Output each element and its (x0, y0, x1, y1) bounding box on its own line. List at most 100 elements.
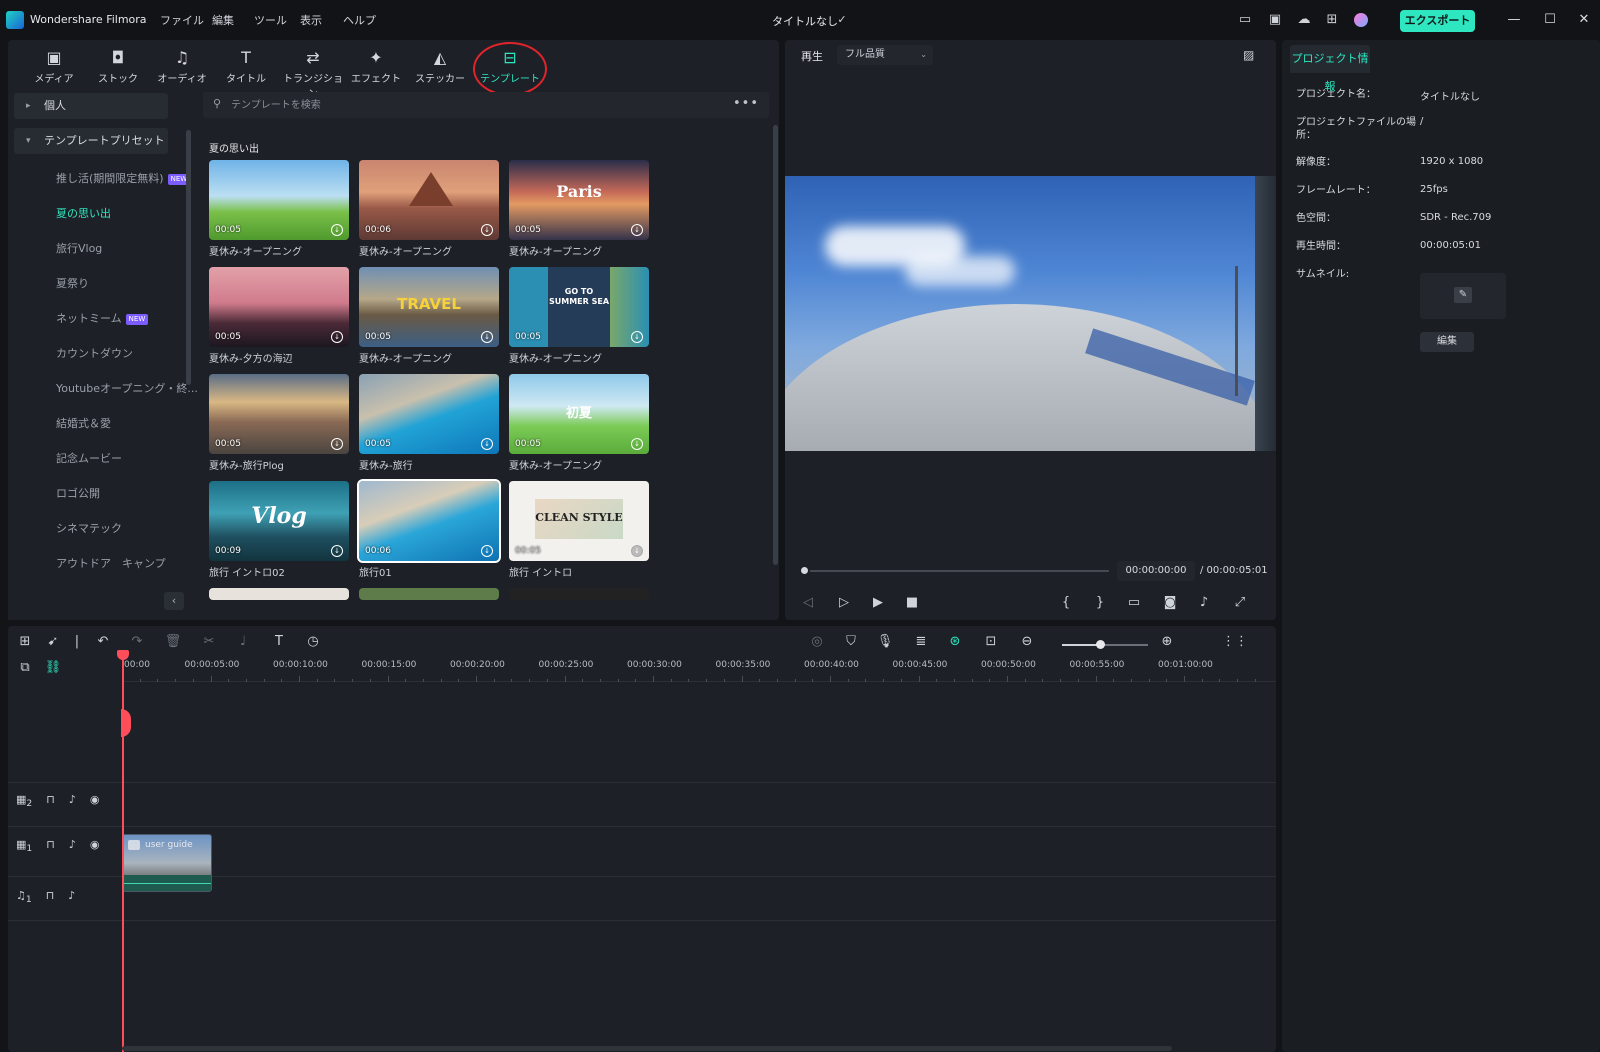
audio-detach-icon[interactable]: ♩ (234, 634, 252, 649)
quality-dropdown[interactable]: フル品質 ⌄ (837, 45, 933, 65)
tool-transition[interactable]: ⇄トランジション (282, 48, 344, 100)
template-card[interactable]: Paris 00:05 ↓ (509, 160, 649, 240)
sidebar-item-travel-vlog[interactable]: 旅行Vlog (56, 240, 102, 256)
download-icon[interactable]: ↓ (331, 438, 343, 450)
grid-apps-icon[interactable]: ⊞ (1323, 11, 1341, 29)
sidebar-item-cinematic[interactable]: シネマテック (56, 520, 122, 536)
stop-icon[interactable]: ■ (903, 595, 921, 610)
mark-out-icon[interactable]: } (1091, 595, 1109, 610)
microphone-icon[interactable]: 🎙 (876, 634, 894, 649)
sidebar-item-youtube-opening[interactable]: Youtubeオープニング・終... (56, 380, 198, 396)
sidebar-item-countdown[interactable]: カウントダウン (56, 345, 133, 361)
mark-in-icon[interactable]: { (1057, 595, 1075, 610)
avatar[interactable] (1352, 11, 1370, 29)
fit-icon[interactable]: ⊡ (982, 634, 1000, 649)
sidebar-scrollbar[interactable] (186, 130, 191, 385)
volume-icon[interactable]: ♪ (1195, 595, 1213, 610)
collapse-sidebar-button[interactable]: ‹ (164, 592, 184, 610)
download-icon[interactable]: ↓ (631, 224, 643, 236)
sidebar-group-personal[interactable]: ▸ 個人 (14, 93, 168, 119)
speed-icon[interactable]: ◷ (304, 634, 322, 649)
download-icon[interactable]: ↓ (331, 545, 343, 557)
text-icon[interactable]: T (270, 634, 288, 649)
download-icon[interactable]: ↓ (481, 331, 493, 343)
template-card[interactable] (209, 588, 349, 600)
snapshot-icon[interactable]: ◙ (1161, 595, 1179, 610)
mute-icon[interactable]: ♪ (69, 793, 76, 806)
sidebar-item-logo-reveal[interactable]: ロゴ公開 (56, 485, 100, 501)
sidebar-group-presets[interactable]: ▾ テンプレートプリセット (14, 128, 168, 154)
menu-help[interactable]: ヘルプ (343, 12, 376, 28)
template-card[interactable]: 00:05 ↓ (359, 374, 499, 454)
playback-progress-bar[interactable] (803, 570, 1109, 572)
sidebar-item-summer-festival[interactable]: 夏祭り (56, 275, 89, 291)
cloud-icon[interactable]: ☁ (1295, 11, 1313, 29)
template-grid-scrollbar[interactable] (773, 125, 778, 565)
timeline-scrollbar[interactable] (122, 1046, 1172, 1051)
sidebar-item-anniversary[interactable]: 記念ムービー (56, 450, 122, 466)
audio-mix-icon[interactable]: ≣ (912, 634, 930, 649)
template-card[interactable]: 00:05 ↓ (209, 374, 349, 454)
menu-edit[interactable]: 編集 (212, 12, 234, 28)
visibility-icon[interactable]: ◉ (90, 793, 100, 806)
close-button[interactable]: ✕ (1574, 10, 1594, 30)
download-icon[interactable]: ↓ (481, 545, 493, 557)
layout-grid-icon[interactable]: ⊞ (16, 634, 34, 649)
zoom-in-icon[interactable]: ⊕ (1158, 634, 1176, 649)
thumbnail-box[interactable]: ✎ (1420, 273, 1506, 319)
template-card[interactable]: CLEAN STYLE 00:05 ↓ (509, 481, 649, 561)
zoom-out-icon[interactable]: ⊖ (1018, 634, 1036, 649)
layout-icon[interactable]: ▭ (1236, 11, 1254, 29)
template-card[interactable]: 00:05 ↓ (209, 267, 349, 347)
template-card[interactable]: 00:06 ↓ (359, 160, 499, 240)
tool-sticker[interactable]: ◭ ステッカー (412, 48, 468, 88)
search-input[interactable] (231, 95, 711, 115)
menu-view[interactable]: 表示 (300, 12, 322, 28)
template-card[interactable]: 初夏 00:05 ↓ (509, 374, 649, 454)
download-icon[interactable]: ↓ (631, 545, 643, 557)
sidebar-item-outdoor-camp[interactable]: アウトドア キャンプ (56, 555, 166, 571)
next-frame-icon[interactable]: ▷ (835, 595, 853, 610)
previous-frame-icon[interactable]: ◁ (799, 595, 817, 610)
menu-tools[interactable]: ツール (254, 12, 287, 28)
minimize-button[interactable]: — (1504, 10, 1524, 30)
display-icon[interactable]: ▭ (1125, 595, 1143, 610)
template-card[interactable]: Vlog 00:09 ↓ (209, 481, 349, 561)
snap-icon[interactable]: ⊛ (946, 634, 964, 649)
save-icon[interactable]: ▣ (1266, 11, 1284, 29)
edit-thumbnail-button[interactable]: 編集 (1420, 332, 1474, 352)
template-card[interactable]: TRAVEL 00:05 ↓ (359, 267, 499, 347)
undo-icon[interactable]: ↶ (94, 634, 112, 649)
zoom-slider-knob[interactable] (1096, 640, 1105, 649)
lock-icon[interactable]: ⊓ (46, 889, 55, 902)
fullscreen-icon[interactable]: ⤢ (1231, 595, 1249, 610)
lock-icon[interactable]: ⊓ (46, 793, 55, 806)
tool-effect[interactable]: ✦ エフェクト (348, 48, 404, 88)
cut-icon[interactable]: ✂ (200, 634, 218, 649)
video-clip[interactable]: user guide (122, 834, 212, 892)
tool-media[interactable]: ▣ メディア (26, 48, 82, 88)
playhead[interactable] (122, 652, 124, 1052)
delete-icon[interactable]: 🗑 (164, 634, 182, 649)
sidebar-item-summer-memories[interactable]: 夏の思い出 (56, 205, 111, 221)
download-icon[interactable]: ↓ (631, 331, 643, 343)
lock-icon[interactable]: ⊓ (46, 838, 55, 851)
sidebar-item-oshikatsu[interactable]: 推し活(期間限定無料) NEW (56, 170, 191, 186)
tool-title[interactable]: T タイトル (218, 48, 274, 88)
visibility-icon[interactable]: ◉ (90, 838, 100, 851)
tool-audio[interactable]: ♫ オーディオ (154, 48, 210, 88)
sidebar-item-net-meme[interactable]: ネットミーム NEW (56, 310, 149, 326)
template-card[interactable]: 00:06 ↓ (357, 479, 501, 563)
tab-project-info[interactable]: プロジェクト情報 (1290, 45, 1370, 93)
maximize-button[interactable]: ☐ (1540, 10, 1560, 30)
sidebar-item-wedding[interactable]: 結婚式＆愛 (56, 415, 111, 431)
export-button[interactable]: エクスポート ⌄ (1400, 10, 1475, 49)
select-tool-icon[interactable]: ➹ (44, 634, 62, 649)
mute-icon[interactable]: ♪ (69, 838, 76, 851)
download-icon[interactable]: ↓ (331, 331, 343, 343)
download-icon[interactable]: ↓ (481, 438, 493, 450)
current-timecode[interactable]: 00:00:00:00 (1117, 561, 1195, 581)
template-card[interactable] (359, 588, 499, 600)
template-card[interactable] (509, 588, 649, 600)
more-options-icon[interactable]: ••• (733, 96, 759, 111)
